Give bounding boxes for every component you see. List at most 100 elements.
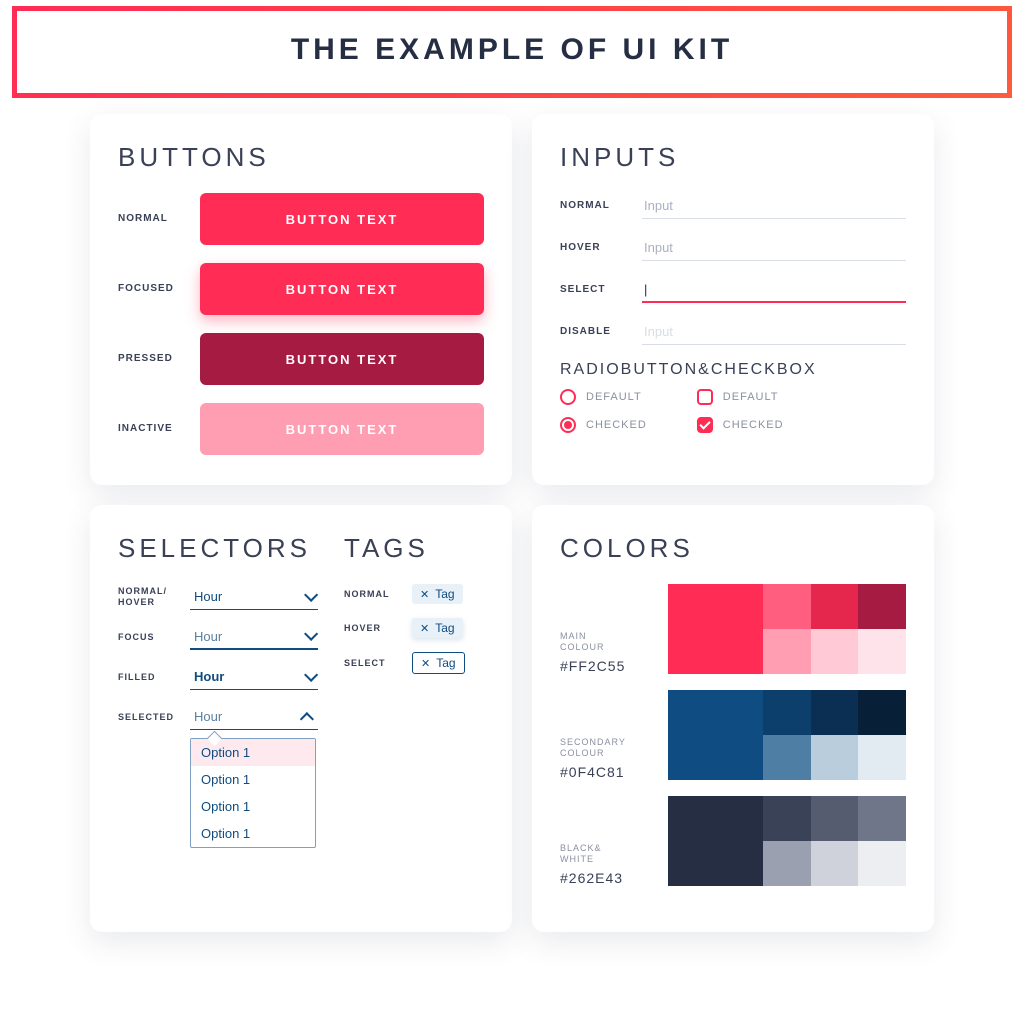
checkbox-icon[interactable] [697, 389, 713, 405]
button-normal[interactable]: BUTTON TEXT [200, 193, 484, 245]
tag-label: Tag [435, 621, 454, 635]
page-banner: THE EXAMPLE OF UI KIT [12, 6, 1012, 98]
checkbox-icon[interactable] [697, 417, 713, 433]
state-label: NORMAL [344, 589, 400, 600]
chevron-down-icon [304, 667, 318, 681]
state-label: SELECT [560, 284, 622, 296]
button-label: BUTTON TEXT [286, 282, 399, 297]
chevron-down-icon [304, 587, 318, 601]
selectors-heading: SELECTORS [118, 533, 318, 564]
palette-label: BLACK& WHITE #262E43 [560, 796, 650, 886]
state-label: SELECT [344, 658, 400, 669]
color-swatch [858, 690, 906, 735]
tag-normal[interactable]: ✕ Tag [412, 584, 463, 604]
select-dropdown: Option 1 Option 1 Option 1 Option 1 [190, 738, 316, 848]
select-value: Hour [194, 589, 222, 604]
palette-swatches [668, 584, 906, 674]
tag-row-select: SELECT ✕ Tag [344, 652, 484, 674]
radio-default[interactable]: DEFAULT [560, 389, 647, 405]
selectors-column: SELECTORS NORMAL/ HOVER Hour FOCUS Hour [118, 533, 318, 848]
tag-select[interactable]: ✕ Tag [412, 652, 465, 674]
color-swatch [858, 584, 906, 629]
input-row-select: SELECT [560, 277, 906, 303]
color-swatch [811, 735, 859, 780]
state-label: HOVER [560, 242, 622, 254]
dropdown-option[interactable]: Option 1 [191, 793, 315, 820]
card-grid: BUTTONS NORMAL BUTTON TEXT FOCUSED BUTTO… [0, 98, 1024, 942]
buttons-card: BUTTONS NORMAL BUTTON TEXT FOCUSED BUTTO… [90, 114, 512, 485]
state-label: NORMAL [560, 200, 622, 212]
input-select[interactable] [642, 277, 906, 303]
radio-icon[interactable] [560, 417, 576, 433]
select-focus[interactable]: Hour [190, 624, 318, 650]
select-normal[interactable]: Hour [190, 584, 318, 610]
tag-label: Tag [436, 656, 455, 670]
tags-column: TAGS NORMAL ✕ Tag HOVER ✕ Tag SE [344, 533, 484, 848]
input-hover[interactable] [642, 235, 906, 261]
palette-name: MAIN COLOUR [560, 631, 650, 654]
color-swatch [858, 841, 906, 886]
tag-row-hover: HOVER ✕ Tag [344, 618, 484, 638]
palette-row: SECONDARY COLOUR #0F4C81 [560, 690, 906, 780]
close-icon[interactable]: ✕ [420, 588, 429, 601]
checkbox-default[interactable]: DEFAULT [697, 389, 784, 405]
select-value: Hour [194, 629, 222, 644]
checkbox-label: DEFAULT [723, 391, 779, 403]
radio-label: DEFAULT [586, 391, 642, 403]
button-label: BUTTON TEXT [286, 212, 399, 227]
tag-hover[interactable]: ✕ Tag [412, 618, 463, 638]
state-label: NORMAL [118, 213, 180, 225]
selectors-tags-card: SELECTORS NORMAL/ HOVER Hour FOCUS Hour [90, 505, 512, 932]
state-label: NORMAL/ HOVER [118, 586, 178, 608]
radiocheck-heading: RADIOBUTTON&CHECKBOX [560, 361, 906, 379]
dropdown-option[interactable]: Option 1 [191, 820, 315, 847]
color-swatch [858, 629, 906, 674]
select-filled[interactable]: Hour [190, 664, 318, 690]
color-swatch [668, 796, 763, 886]
color-swatch [811, 629, 859, 674]
color-swatch [811, 584, 859, 629]
palette-row: MAIN COLOUR#FF2C55 [560, 584, 906, 674]
tag-row-normal: NORMAL ✕ Tag [344, 584, 484, 604]
input-row-normal: NORMAL [560, 193, 906, 219]
button-row-focused: FOCUSED BUTTON TEXT [118, 263, 484, 315]
radio-icon[interactable] [560, 389, 576, 405]
state-label: SELECTED [118, 712, 178, 723]
close-icon[interactable]: ✕ [420, 622, 429, 635]
palette-name: BLACK& WHITE [560, 843, 650, 866]
state-label: FILLED [118, 672, 178, 683]
button-pressed[interactable]: BUTTON TEXT [200, 333, 484, 385]
palette-swatches [668, 796, 906, 886]
chevron-up-icon [300, 712, 314, 726]
checkbox-checked[interactable]: CHECKED [697, 417, 784, 433]
palette-swatches [668, 690, 906, 780]
color-swatch [858, 796, 906, 841]
palette-name: SECONDARY COLOUR [560, 737, 650, 760]
radio-checked[interactable]: CHECKED [560, 417, 647, 433]
state-label: DISABLE [560, 326, 622, 338]
radio-label: CHECKED [586, 419, 647, 431]
button-row-normal: NORMAL BUTTON TEXT [118, 193, 484, 245]
dropdown-option[interactable]: Option 1 [191, 739, 315, 766]
color-swatch [811, 690, 859, 735]
palette-label: SECONDARY COLOUR #0F4C81 [560, 690, 650, 780]
select-row-normal: NORMAL/ HOVER Hour [118, 584, 318, 610]
tag-label: Tag [435, 587, 454, 601]
palette-hex: #0F4C81 [560, 764, 650, 780]
colors-heading: COLORS [560, 533, 906, 564]
page-title: THE EXAMPLE OF UI KIT [17, 33, 1007, 67]
palette-hex: #262E43 [560, 870, 650, 886]
buttons-heading: BUTTONS [118, 142, 484, 173]
dropdown-option[interactable]: Option 1 [191, 766, 315, 793]
input-normal[interactable] [642, 193, 906, 219]
select-selected[interactable]: Hour [190, 704, 318, 730]
color-swatch [811, 796, 859, 841]
select-row-focus: FOCUS Hour [118, 624, 318, 650]
select-value: Hour [194, 669, 224, 684]
close-icon[interactable]: ✕ [421, 657, 430, 670]
button-label: BUTTON TEXT [286, 422, 399, 437]
palette-row: BLACK& WHITE #262E43 [560, 796, 906, 886]
color-swatch [763, 735, 811, 780]
button-focused[interactable]: BUTTON TEXT [200, 263, 484, 315]
color-swatch [668, 584, 763, 674]
